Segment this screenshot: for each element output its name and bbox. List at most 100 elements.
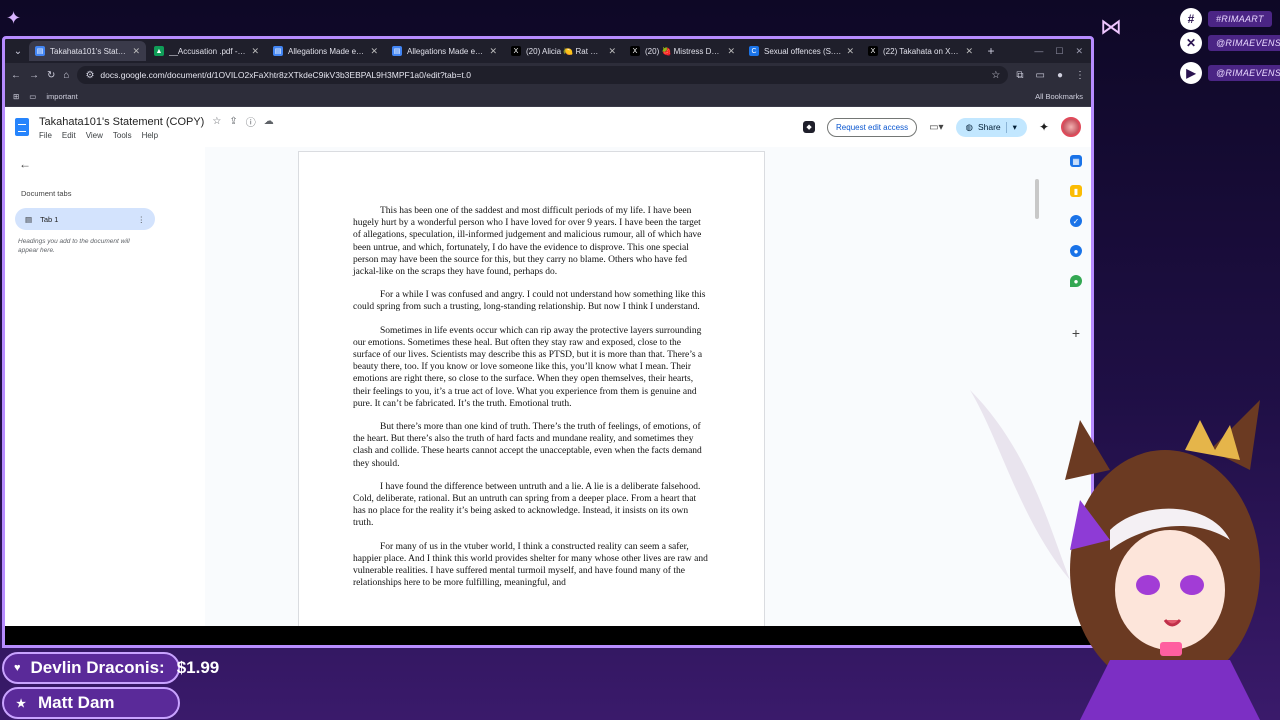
close-tab-icon[interactable]: ✕ [608, 46, 616, 57]
calendar-icon[interactable]: ▦ [1070, 155, 1082, 167]
profile-icon[interactable]: ● [1057, 70, 1063, 81]
browser-tab[interactable]: ▲ __Accusation .pdf - Goo ✕ [148, 41, 265, 61]
social-text: @RIMAEVENSTAR [1208, 65, 1280, 81]
gemini-sparkle-icon[interactable]: ✦ [1039, 120, 1049, 134]
home-icon[interactable]: ⌂ [63, 70, 69, 81]
close-tab-icon[interactable]: ✕ [251, 46, 259, 57]
social-text: #RIMAART [1208, 11, 1272, 27]
menu-kebab-icon[interactable]: ⋮ [1075, 70, 1085, 81]
contacts-icon[interactable]: ● [1070, 245, 1082, 257]
move-icon[interactable]: ⇪ [229, 116, 237, 127]
bookmark-folder-icon: ▭ [29, 92, 37, 101]
info-icon[interactable]: ⓘ [246, 114, 256, 129]
tab-bar: ⌄ ▤ Takahata101's Statement ✕ ▲ __Accusa… [5, 39, 1091, 63]
follower-alert: ★ Matt Dam [2, 687, 180, 719]
doc-title-area: Takahata101's Statement (COPY) ☆ ⇪ ⓘ ☁ F… [39, 114, 274, 141]
google-docs-logo-icon[interactable] [15, 118, 29, 136]
menu-edit[interactable]: Edit [62, 131, 76, 140]
browser-tab[interactable]: ▤ Allegations Made evidence ✕ [267, 41, 384, 61]
new-tab-icon[interactable]: + [981, 44, 1001, 58]
paragraph: I have found the difference between untr… [353, 481, 701, 529]
tab-favicon-icon: ▲ [154, 46, 164, 56]
apps-grid-icon[interactable]: ⊞ [13, 92, 19, 101]
menu-file[interactable]: File [39, 131, 52, 140]
all-bookmarks[interactable]: All Bookmarks [1035, 92, 1083, 101]
outline-hint: Headings you add to the document will ap… [18, 238, 130, 254]
tab-title: Allegations Made evidence [288, 46, 366, 56]
paragraph: For a while I was confused and angry. I … [353, 290, 706, 313]
tab-search-chevron-icon[interactable]: ⌄ [9, 46, 27, 57]
x-logo-icon: X [868, 46, 878, 56]
close-window-icon[interactable]: ✕ [1075, 46, 1083, 57]
menu-view[interactable]: View [86, 131, 103, 140]
minimize-icon[interactable]: — [1034, 46, 1043, 57]
social-hashtag: # #RIMAART [1180, 8, 1272, 30]
close-tab-icon[interactable]: ✕ [965, 46, 973, 57]
avatar-tail [970, 390, 1070, 580]
keep-icon[interactable]: ▮ [1070, 185, 1082, 197]
tab-favicon-icon: ▤ [392, 46, 402, 56]
menu-tools[interactable]: Tools [113, 131, 132, 140]
more-options-icon[interactable]: ⋮ [138, 215, 146, 224]
browser-tab[interactable]: X (20) Alicia 🍋 Rat Que ✕ [505, 41, 622, 61]
address-bar-row: ← → ↻ ⌂ ⚙ docs.google.com/document/d/1OV… [5, 63, 1091, 87]
close-tab-icon[interactable]: ✕ [846, 46, 854, 57]
paragraph: Sometimes in life events occur which can… [353, 325, 703, 409]
avatar-ear-right [1210, 400, 1260, 470]
browser-tab[interactable]: X (20) 🍓 Mistress Doom 🔥 ✕ [624, 41, 741, 61]
request-edit-access-button[interactable]: Request edit access [827, 117, 918, 137]
x-logo-icon: X [630, 46, 640, 56]
maps-icon[interactable]: ● [1070, 275, 1082, 287]
donation-amount: $1.99 [176, 658, 220, 677]
close-tab-icon[interactable]: ✕ [132, 46, 140, 57]
tab-favicon-icon: C [749, 46, 759, 56]
reload-icon[interactable]: ↻ [47, 70, 55, 81]
document-title[interactable]: Takahata101's Statement (COPY) [39, 116, 204, 128]
star-icon[interactable]: ☆ [212, 116, 221, 127]
extensions-icon[interactable]: ⧉ [1016, 70, 1023, 81]
doc-tab-label: Tab 1 [40, 214, 59, 224]
close-tab-icon[interactable]: ✕ [489, 46, 497, 57]
share-dropdown-icon[interactable]: ▾ [1005, 121, 1017, 133]
site-info-icon[interactable]: ⚙ [85, 70, 94, 81]
bookmark-star-icon[interactable]: ☆ [991, 70, 1000, 81]
gemini-extension-icon[interactable]: ◆ [803, 121, 816, 133]
browser-tab[interactable]: X (22) Takahata on X: "My T ✕ [862, 41, 979, 61]
close-tab-icon[interactable]: ✕ [727, 46, 735, 57]
url-text[interactable]: docs.google.com/document/d/1OVILO2xFaXht… [100, 70, 471, 80]
meet-video-icon[interactable]: ▭▾ [929, 122, 943, 133]
document-outline-panel: ← Document tabs ▤ Tab 1 ⋮ Headings you a… [5, 147, 205, 645]
youtube-icon: ▶ [1180, 62, 1202, 84]
tab-title: Allegations Made evidence [407, 46, 485, 56]
avatar-eye-left [1136, 575, 1160, 595]
donation-alert: ♥ Devlin Draconis: $1.99 [2, 652, 219, 684]
menu-help[interactable]: Help [142, 131, 158, 140]
paragraph: But there’s more than one kind of truth.… [353, 422, 702, 469]
maximize-icon[interactable]: ☐ [1055, 46, 1063, 57]
document-tab-1[interactable]: ▤ Tab 1 ⋮ [15, 208, 155, 230]
tab-title: __Accusation .pdf - Goo [169, 46, 247, 56]
tab-title: Takahata101's Statement [50, 46, 127, 56]
document-page[interactable]: This has been one of the saddest and mos… [298, 151, 765, 645]
cloud-icon[interactable]: ☁ [264, 116, 274, 127]
add-addon-icon[interactable]: + [1072, 325, 1080, 341]
sparkle-icon: ✦ [6, 8, 22, 28]
back-icon[interactable]: ← [11, 70, 21, 81]
browser-tab[interactable]: ▤ Allegations Made evidence ✕ [386, 41, 503, 61]
share-button[interactable]: ◍ Share ▾ [955, 117, 1027, 137]
account-avatar[interactable] [1061, 117, 1081, 137]
avatar-face [1115, 530, 1225, 650]
close-tab-icon[interactable]: ✕ [370, 46, 378, 57]
avatar-mouth [1163, 619, 1182, 627]
vertical-scrollbar[interactable] [1035, 179, 1039, 219]
tasks-icon[interactable]: ✓ [1070, 215, 1082, 227]
address-field[interactable]: ⚙ docs.google.com/document/d/1OVILO2xFaX… [77, 66, 1009, 84]
social-youtube: ▶ @RIMAEVENSTAR [1180, 62, 1280, 84]
forward-icon[interactable]: → [29, 70, 39, 81]
browser-tab[interactable]: C Sexual offences (S.1 Sexu ✕ [743, 41, 860, 61]
cast-icon[interactable]: ▭ [1036, 70, 1045, 81]
back-arrow-icon[interactable]: ← [19, 157, 195, 171]
bookmark-folder-important[interactable]: important [46, 92, 77, 101]
browser-tab[interactable]: ▤ Takahata101's Statement ✕ [29, 41, 146, 61]
document-canvas: This has been one of the saddest and mos… [205, 147, 1065, 645]
